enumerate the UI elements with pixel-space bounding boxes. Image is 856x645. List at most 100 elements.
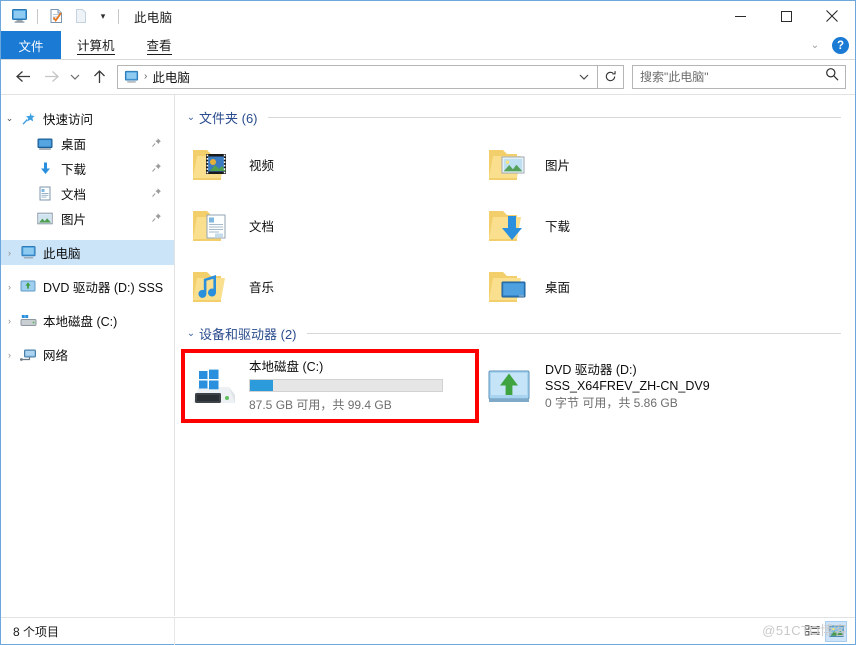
tab-computer[interactable]: 计算机 — [61, 31, 131, 59]
folder-music-icon — [189, 263, 237, 311]
breadcrumb-monitor-icon — [123, 68, 140, 85]
chevron-right-icon[interactable]: › — [1, 282, 18, 292]
pin-icon[interactable] — [151, 137, 162, 151]
sidebar-item-documents[interactable]: 文档 — [1, 181, 174, 206]
devices-group-header[interactable]: ⌄ 设备和驱动器 (2) — [175, 323, 855, 343]
nav-spacer-3 — [1, 299, 174, 308]
help-button[interactable]: ? — [832, 37, 849, 54]
monitor-icon — [18, 244, 38, 262]
dvd-drive-icon — [485, 362, 533, 410]
desktop-icon — [35, 135, 55, 153]
navigation-pane: ⌄ 快速访问 桌面 下载 文档 图片 › 此电脑 › DVD 驱动器 (D:) … — [1, 95, 175, 616]
downloads-icon — [35, 160, 55, 178]
pin-icon[interactable] — [151, 187, 162, 201]
folder-item-label: 桌面 — [545, 281, 571, 295]
folder-item-label: 音乐 — [249, 281, 275, 295]
quick-access-dropdown-icon[interactable]: ▾ — [95, 5, 111, 27]
chevron-down-icon[interactable]: ⌄ — [805, 36, 825, 56]
sidebar-item-label: 快速访问 — [43, 113, 94, 127]
sidebar-item-downloads[interactable]: 下载 — [1, 156, 174, 181]
search-input[interactable]: 搜索"此电脑" — [632, 64, 846, 89]
sidebar-item-this-pc[interactable]: › 此电脑 — [1, 240, 174, 265]
monitor-icon[interactable] — [8, 5, 30, 27]
chevron-right-icon[interactable]: › — [1, 350, 18, 360]
harddisk-icon — [18, 312, 38, 330]
drive-free-text: 0 字节 可用，共 5.86 GB — [545, 395, 678, 410]
address-input[interactable]: › 此电脑 — [117, 64, 598, 89]
folders-group-title: 文件夹 (6) — [199, 110, 258, 126]
folder-pictures-icon — [485, 141, 533, 189]
folder-item-pictures[interactable]: 图片 — [479, 134, 775, 195]
sidebar-item-desktop[interactable]: 桌面 — [1, 131, 174, 156]
folder-item-music[interactable]: 音乐 — [183, 256, 479, 317]
sidebar-item-dvd-drive[interactable]: › DVD 驱动器 (D:) SSS — [1, 274, 174, 299]
sidebar-item-local-disk-c[interactable]: › 本地磁盘 (C:) — [1, 308, 174, 333]
tab-file[interactable]: 文件 — [1, 31, 61, 59]
folder-item-desktop[interactable]: 桌面 — [479, 256, 775, 317]
new-folder-icon[interactable] — [70, 5, 92, 27]
sidebar-item-label: 文档 — [61, 188, 87, 202]
dvd-icon — [18, 278, 38, 296]
sidebar-item-quick-access[interactable]: ⌄ 快速访问 — [1, 106, 174, 131]
back-button[interactable] — [9, 64, 37, 90]
search-placeholder: 搜索"此电脑" — [640, 70, 709, 84]
network-icon — [18, 346, 38, 364]
search-icon[interactable] — [825, 67, 839, 86]
folder-item-label: 文档 — [249, 220, 275, 234]
status-bar: 8 个项目 @51CTO博客 — [1, 617, 855, 645]
folder-item-documents[interactable]: 文档 — [183, 195, 479, 256]
ribbon-tab-strip: 文件 计算机 查看 ⌄ ? — [1, 31, 855, 60]
drives-grid: 本地磁盘 (C:) 87.5 GB 可用，共 99.4 GB DVD 驱动器 (… — [175, 350, 855, 422]
chevron-down-icon[interactable]: ⌄ — [183, 328, 199, 339]
pin-icon[interactable] — [151, 162, 162, 176]
folder-item-downloads[interactable]: 下载 — [479, 195, 775, 256]
ribbon-right-controls: ⌄ ? — [805, 31, 849, 60]
folder-desktop-icon — [485, 263, 533, 311]
sidebar-item-label: 桌面 — [61, 138, 87, 152]
documents-icon — [35, 185, 55, 203]
minimize-button[interactable] — [717, 1, 763, 31]
pin-icon[interactable] — [151, 212, 162, 226]
folder-item-videos[interactable]: 视频 — [183, 134, 479, 195]
breadcrumb[interactable]: 此电脑 — [152, 67, 190, 86]
folder-videos-icon — [189, 141, 237, 189]
sidebar-item-label: 下载 — [61, 163, 87, 177]
close-button[interactable] — [809, 1, 855, 31]
tab-view[interactable]: 查看 — [131, 31, 188, 59]
sidebar-item-label: 此电脑 — [43, 247, 81, 261]
nav-spacer-2 — [1, 265, 174, 274]
recent-locations-button[interactable] — [65, 64, 85, 90]
drive-item-dvd-d[interactable]: DVD 驱动器 (D:) SSS_X64FREV_ZH-CN_DV9 0 字节 … — [479, 350, 775, 422]
drive-info: DVD 驱动器 (D:) SSS_X64FREV_ZH-CN_DV9 0 字节 … — [545, 362, 750, 411]
drive-usage-fill — [250, 380, 274, 391]
drive-subtitle: SSS_X64FREV_ZH-CN_DV9 — [545, 378, 710, 393]
folder-downloads-icon — [485, 202, 533, 250]
up-button[interactable] — [85, 64, 113, 90]
content-pane[interactable]: ⌄ 文件夹 (6) 视频 图片 文档 下载 音乐 桌面 ⌄ 设备和驱动器 (2)… — [175, 95, 855, 616]
watermark: @51CTO博客 — [762, 622, 847, 638]
group-rule — [306, 332, 841, 334]
address-dropdown-icon[interactable] — [579, 66, 589, 88]
chevron-down-icon[interactable]: ⌄ — [1, 113, 18, 124]
view-mode-buttons: @51CTO博客 — [762, 620, 855, 642]
tab-view-label: 查看 — [146, 35, 172, 55]
properties-icon[interactable] — [45, 5, 67, 27]
refresh-button[interactable] — [598, 64, 624, 89]
chevron-right-icon[interactable]: › — [1, 316, 18, 326]
maximize-button[interactable] — [763, 1, 809, 31]
local-disk-icon — [189, 362, 237, 410]
folders-grid: 视频 图片 文档 下载 音乐 桌面 — [175, 134, 855, 317]
folder-item-label: 下载 — [545, 220, 571, 234]
chevron-down-icon[interactable]: ⌄ — [183, 112, 199, 123]
folders-group-header[interactable]: ⌄ 文件夹 (6) — [175, 107, 855, 127]
drive-free-text: 87.5 GB 可用，共 99.4 GB — [249, 398, 392, 412]
chevron-right-icon[interactable]: › — [1, 248, 18, 258]
quick-access-toolbar: ▾ — [8, 1, 123, 31]
item-count: 8 个项目 — [1, 617, 175, 645]
sidebar-item-pictures[interactable]: 图片 — [1, 206, 174, 231]
pictures-icon — [35, 210, 55, 228]
sidebar-item-network[interactable]: › 网络 — [1, 342, 174, 367]
forward-button[interactable] — [37, 64, 65, 90]
drive-item-local-disk-c[interactable]: 本地磁盘 (C:) 87.5 GB 可用，共 99.4 GB — [183, 350, 479, 422]
pin-star-icon — [18, 110, 38, 128]
